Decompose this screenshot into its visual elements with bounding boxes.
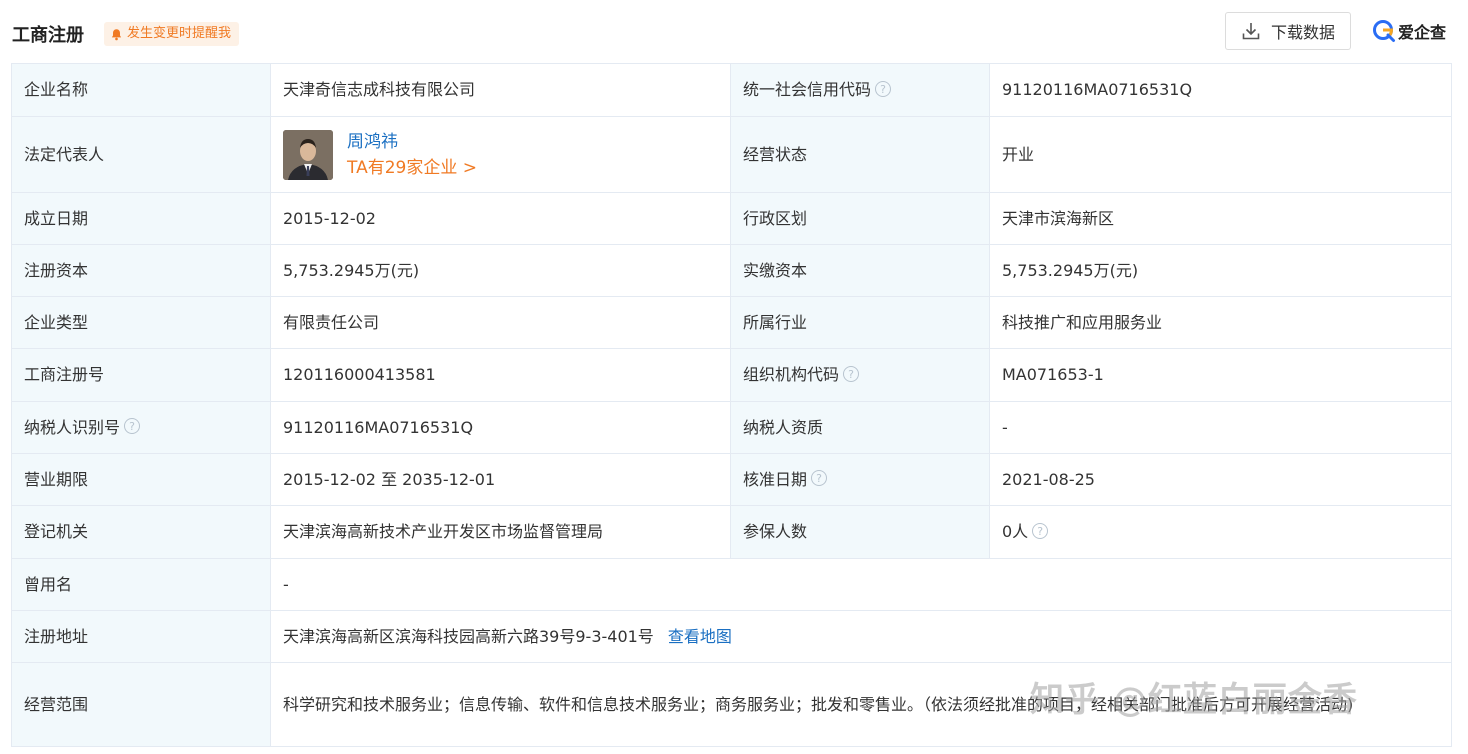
taxpayer-qual-value: -	[989, 401, 1452, 454]
brand-name: 爱企查	[1398, 23, 1447, 42]
credit-code-label: 统一社会信用代码?	[730, 63, 990, 117]
insured-count-label: 参保人数	[730, 505, 990, 559]
company-name-value: 天津奇信志成科技有限公司	[270, 63, 731, 117]
bell-icon	[111, 28, 122, 40]
view-map-link[interactable]: 查看地图	[668, 627, 732, 646]
credit-code-value: 91120116MA0716531Q	[989, 63, 1452, 117]
org-code-value: MA071653-1	[989, 348, 1452, 402]
help-icon[interactable]: ?	[124, 418, 141, 434]
operating-status-label: 经营状态	[730, 116, 990, 193]
former-name-label: 曾用名	[11, 558, 271, 611]
reg-number-value: 120116000413581	[270, 348, 731, 402]
table-row: 法定代表人 周鸿祎 TA有29家企业 > 经营状态 开业	[11, 116, 1452, 193]
reg-number-label: 工商注册号	[11, 348, 271, 402]
paid-capital-value: 5,753.2945万(元)	[989, 244, 1452, 297]
reg-address-value: 天津滨海高新区滨海科技园高新六路39号9-3-401号 查看地图	[270, 610, 1452, 663]
business-term-label: 营业期限	[11, 453, 271, 506]
download-data-button[interactable]: 下载数据	[1225, 12, 1351, 50]
table-row: 曾用名 -	[11, 558, 1452, 611]
org-code-label: 组织机构代码?	[730, 348, 990, 402]
table-row: 经营范围 科学研究和技术服务业；信息传输、软件和信息技术服务业；商务服务业；批发…	[11, 662, 1452, 747]
section-title: 工商注册	[12, 25, 84, 46]
admin-region-value: 天津市滨海新区	[989, 192, 1452, 245]
download-data-label: 下载数据	[1270, 23, 1335, 42]
brand-logo[interactable]: 爱企查	[1372, 18, 1446, 44]
approval-date-label: 核准日期?	[730, 453, 990, 506]
paid-capital-label: 实缴资本	[730, 244, 990, 297]
change-remind-label: 发生变更时提醒我	[127, 26, 232, 41]
aiqicha-logo-icon	[1373, 20, 1395, 42]
company-name-label: 企业名称	[11, 63, 271, 117]
help-icon[interactable]: ?	[875, 80, 892, 97]
table-row: 成立日期 2015-12-02 行政区划 天津市滨海新区	[11, 192, 1452, 245]
table-row: 纳税人识别号? 91120116MA0716531Q 纳税人资质 -	[11, 401, 1452, 454]
business-term-value: 2015-12-02 至 2035-12-01	[270, 453, 731, 506]
legal-rep-name-link[interactable]: 周鸿祎	[347, 129, 477, 155]
industry-label: 所属行业	[730, 296, 990, 349]
registration-info-table: 企业名称 天津奇信志成科技有限公司 统一社会信用代码? 91120116MA07…	[11, 63, 1452, 747]
taxpayer-qual-label: 纳税人资质	[730, 401, 990, 454]
download-icon	[1242, 23, 1260, 40]
table-row: 营业期限 2015-12-02 至 2035-12-01 核准日期? 2021-…	[11, 453, 1452, 506]
business-scope-value: 科学研究和技术服务业；信息传输、软件和信息技术服务业；商务服务业；批发和零售业。…	[270, 662, 1452, 747]
reg-authority-label: 登记机关	[11, 505, 271, 559]
help-icon[interactable]: ?	[1032, 522, 1049, 539]
help-icon[interactable]: ?	[843, 365, 860, 382]
industry-value: 科技推广和应用服务业	[989, 296, 1452, 349]
table-row: 注册地址 天津滨海高新区滨海科技园高新六路39号9-3-401号 查看地图	[11, 610, 1452, 663]
admin-region-label: 行政区划	[730, 192, 990, 245]
legal-rep-companies-link[interactable]: TA有29家企业 >	[347, 155, 477, 181]
change-remind-button[interactable]: 发生变更时提醒我	[104, 22, 240, 46]
registered-capital-value: 5,753.2945万(元)	[270, 244, 731, 297]
operating-status-value: 开业	[989, 116, 1452, 193]
table-row: 注册资本 5,753.2945万(元) 实缴资本 5,753.2945万(元)	[11, 244, 1452, 297]
company-type-label: 企业类型	[11, 296, 271, 349]
insured-count-value: 0人?	[989, 505, 1452, 559]
established-date-value: 2015-12-02	[270, 192, 731, 245]
table-row: 企业名称 天津奇信志成科技有限公司 统一社会信用代码? 91120116MA07…	[11, 63, 1452, 117]
taxpayer-id-value: 91120116MA0716531Q	[270, 401, 731, 454]
help-icon[interactable]: ?	[811, 470, 828, 486]
person-photo-icon	[283, 129, 333, 180]
table-row: 登记机关 天津滨海高新技术产业开发区市场监督管理局 参保人数 0人?	[11, 505, 1452, 559]
registered-capital-label: 注册资本	[11, 244, 271, 297]
company-type-value: 有限责任公司	[270, 296, 731, 349]
table-row: 工商注册号 120116000413581 组织机构代码? MA071653-1	[11, 348, 1452, 402]
legal-rep-label: 法定代表人	[11, 116, 271, 193]
section-header: 工商注册 发生变更时提醒我 下载数据 爱企查	[0, 0, 1468, 64]
reg-authority-value: 天津滨海高新技术产业开发区市场监督管理局	[270, 505, 731, 559]
established-date-label: 成立日期	[11, 192, 271, 245]
business-scope-label: 经营范围	[11, 662, 271, 747]
former-name-value: -	[270, 558, 1452, 611]
legal-rep-value: 周鸿祎 TA有29家企业 >	[270, 116, 731, 193]
table-row: 企业类型 有限责任公司 所属行业 科技推广和应用服务业	[11, 296, 1452, 349]
reg-address-label: 注册地址	[11, 610, 271, 663]
avatar[interactable]	[283, 129, 333, 180]
taxpayer-id-label: 纳税人识别号?	[11, 401, 271, 454]
approval-date-value: 2021-08-25	[989, 453, 1452, 506]
